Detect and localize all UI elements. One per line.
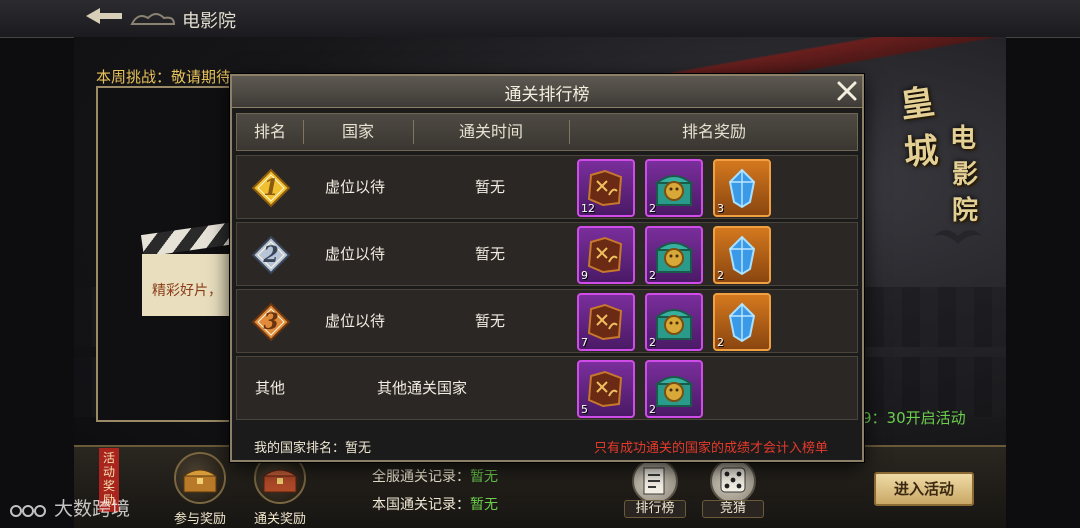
reward-quantity: 2 — [649, 269, 656, 282]
reward-item[interactable]: 2 — [645, 226, 703, 284]
table-header: 排名 国家 通关时间 排名奖励 — [236, 113, 858, 151]
modal-header: 通关排行榜 — [232, 76, 862, 108]
rank-number: 3 — [263, 309, 279, 335]
dice-icon — [720, 467, 746, 493]
table-row: 其他 其他通关国家 5 2 — [236, 356, 858, 420]
open-time-text: 9：30开启活动 — [862, 409, 966, 427]
film-text: 精彩好片， — [152, 283, 222, 299]
country-name: 虚位以待 — [325, 312, 386, 330]
reward-quantity: 3 — [717, 202, 724, 215]
reward-item[interactable]: 2 — [713, 226, 771, 284]
country-name: 虚位以待 — [325, 178, 386, 196]
my-rank-value: 暂无 — [345, 441, 372, 456]
header-rank: 排名 — [253, 122, 286, 141]
treasure-chest-icon — [262, 469, 298, 493]
weekly-challenge-text: 本周挑战：敬请期待 — [96, 68, 232, 86]
enter-activity-button[interactable]: 进入活动 — [874, 472, 974, 506]
guess-label: 竞猜 — [702, 500, 764, 518]
header-clear-time: 通关时间 — [458, 122, 523, 141]
country-name: 其他通关国家 — [377, 379, 468, 397]
participate-reward-label: 参与奖励 — [173, 512, 226, 527]
table-row: 3 虚位以待 暂无 7 2 2 — [236, 289, 858, 353]
country-record-label: 本国通关记录： — [372, 497, 470, 513]
header-rank-reward: 排名奖励 — [681, 122, 746, 141]
cloud-decoration-icon — [128, 8, 178, 30]
country-record: 本国通关记录：暂无 — [372, 494, 498, 514]
reward-quantity: 9 — [581, 269, 588, 282]
clear-time: 暂无 — [475, 312, 506, 330]
reward-quantity: 2 — [649, 403, 656, 416]
top-bar: 电影院 — [0, 0, 1080, 38]
close-icon[interactable] — [836, 80, 858, 102]
my-country-rank: 我的国家排名：暂无 — [254, 437, 371, 456]
my-rank-label: 我的国家排名： — [254, 441, 346, 456]
rank-badge-icon: 2 — [251, 235, 291, 275]
reward-quantity: 2 — [649, 202, 656, 215]
modal-title: 通关排行榜 — [504, 85, 590, 105]
reward-quantity: 7 — [581, 336, 588, 349]
leaderboard-note: 只有成功通关的国家的成绩才会计入榜单 — [594, 441, 829, 456]
clear-time: 暂无 — [475, 245, 506, 263]
rank-number: 2 — [263, 242, 279, 268]
reward-item[interactable]: 7 — [577, 293, 635, 351]
watermark-logo-icon — [10, 504, 46, 517]
reward-item[interactable]: 2 — [713, 293, 771, 351]
server-record-value: 暂无 — [470, 469, 498, 485]
reward-item[interactable]: 3 — [713, 159, 771, 217]
reward-quantity: 2 — [717, 336, 724, 349]
server-record-label: 全服通关记录： — [372, 469, 470, 485]
reward-quantity: 5 — [581, 403, 588, 416]
back-arrow-icon[interactable] — [84, 6, 124, 26]
clear-reward-button[interactable]: 通关奖励 — [248, 452, 312, 527]
page-title: 电影院 — [182, 11, 236, 32]
clear-reward-label: 通关奖励 — [253, 512, 306, 527]
server-record: 全服通关记录：暂无 — [372, 466, 498, 486]
table-row: 1 虚位以待 暂无 12 2 3 — [236, 155, 858, 219]
leaderboard-label: 排行榜 — [624, 500, 686, 518]
clapperboard-icon: 精彩好片， — [140, 221, 244, 318]
watermark: 大数跨境 — [8, 494, 130, 521]
country-name: 虚位以待 — [325, 245, 386, 263]
title-char: 影 — [952, 160, 979, 190]
rank-text: 其他 — [255, 379, 286, 397]
title-char: 城 — [902, 130, 940, 174]
country-record-value: 暂无 — [470, 497, 498, 513]
reward-quantity: 2 — [717, 269, 724, 282]
table-row: 2 虚位以待 暂无 9 2 2 — [236, 222, 858, 286]
reward-item[interactable]: 2 — [645, 159, 703, 217]
rank-number: 1 — [263, 175, 279, 201]
guess-button[interactable]: 竞猜 — [702, 458, 764, 518]
leaderboard-button[interactable]: 排行榜 — [624, 458, 686, 518]
clear-time: 暂无 — [475, 178, 506, 196]
rank-badge-icon: 1 — [251, 168, 291, 208]
rank-badge-icon: 3 — [251, 302, 291, 342]
reward-item[interactable]: 9 — [577, 226, 635, 284]
watermark-text: 大数跨境 — [54, 498, 131, 520]
reward-item[interactable]: 2 — [645, 293, 703, 351]
reward-item[interactable]: 5 — [577, 360, 635, 418]
reward-quantity: 12 — [581, 202, 595, 215]
title-char: 皇 — [897, 81, 938, 127]
crow-icon — [932, 222, 984, 260]
leaderboard-icon — [643, 467, 665, 495]
stage-curtain — [626, 37, 1006, 77]
reward-item[interactable]: 12 — [577, 159, 635, 217]
reward-item[interactable]: 2 — [645, 360, 703, 418]
reward-quantity: 2 — [649, 336, 656, 349]
title-char: 电 — [950, 124, 977, 154]
header-country: 国家 — [341, 122, 374, 141]
leaderboard-modal: 通关排行榜 排名 国家 通关时间 排名奖励 1 虚位以待 暂无 12 2 3 2 虚位以待 暂无… — [230, 74, 864, 462]
participate-reward-button[interactable]: 参与奖励 — [168, 452, 232, 527]
cinema-logo-title: 皇 城 电 影 院 — [896, 72, 996, 232]
treasure-chest-icon — [182, 469, 218, 493]
